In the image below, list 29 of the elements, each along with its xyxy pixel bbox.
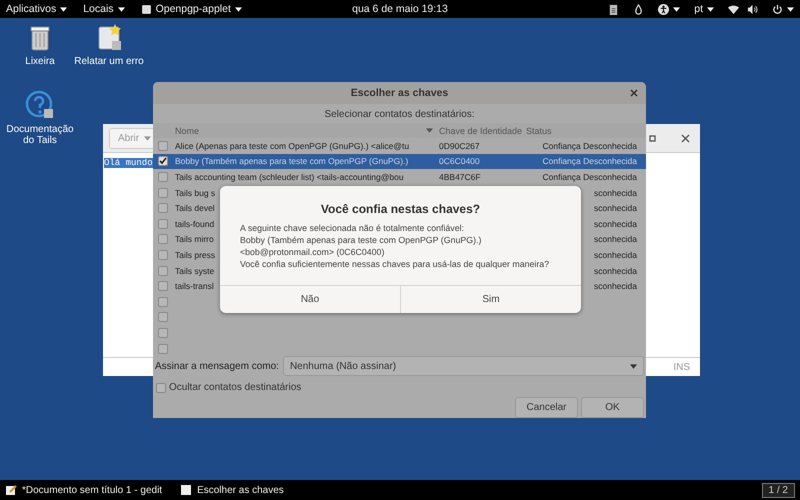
table-cell: sconhecida bbox=[594, 281, 637, 292]
table-cell: Tails accounting team (schleuder list) <tails-accounting@bou bbox=[175, 172, 404, 182]
prompt-text: Selecionar contatos destinatários: bbox=[324, 109, 475, 120]
table-cell: Tails press bbox=[175, 250, 216, 260]
confirm-title: Você confia nestas chaves? bbox=[320, 202, 480, 216]
table-cell: tails-transl bbox=[175, 281, 214, 292]
table-cell: Confiança Desconhecida bbox=[542, 156, 637, 166]
table-cell: Confiança Desconhecida bbox=[542, 172, 637, 182]
table-cell: Tails syste bbox=[175, 266, 214, 276]
table-cell: 4BB47C6F bbox=[439, 172, 481, 182]
sign-label: Assinar a mensagem como: bbox=[155, 360, 279, 372]
selected-text: Olá mundo bbox=[104, 158, 153, 168]
table-cell: Bobby (Também apenas para teste com OpenPGP (GnuPG).) bbox=[175, 156, 408, 166]
table-cell: sconhecida bbox=[594, 203, 637, 214]
table-cell: Confiança Desconhecida bbox=[542, 140, 637, 151]
table-cell: 0C6C0400 bbox=[439, 156, 480, 166]
table-cell: sconhecida bbox=[594, 234, 637, 244]
table-cell: sconhecida bbox=[594, 188, 637, 198]
table-cell: Alice (Apenas para teste com OpenPGP (GnuPG).) <alice@tu bbox=[175, 140, 410, 151]
table-cell: Tails mirro bbox=[175, 234, 214, 244]
confirm-message: A seguinte chave selecionada não é totalmente confiável: Bobby (Também apenas para teste com OpenPGP (GnuPG).) <bob@protonmail.com> (0C6C0400) Você confia suficientemente nessas chaves para usá-las de qualquer maneira? bbox=[240, 223, 550, 269]
table-cell: sconhecida bbox=[594, 266, 637, 276]
dialog-title: Escolher as chaves bbox=[350, 87, 448, 99]
table-cell: Tails bug s bbox=[175, 188, 216, 198]
table-cell: tails-found bbox=[175, 218, 214, 229]
table-cell: 0D90C267 bbox=[439, 140, 480, 151]
table-cell: Tails devel bbox=[175, 203, 215, 214]
table-cell: sconhecida bbox=[594, 218, 637, 229]
table-cell: sconhecida bbox=[594, 250, 637, 260]
